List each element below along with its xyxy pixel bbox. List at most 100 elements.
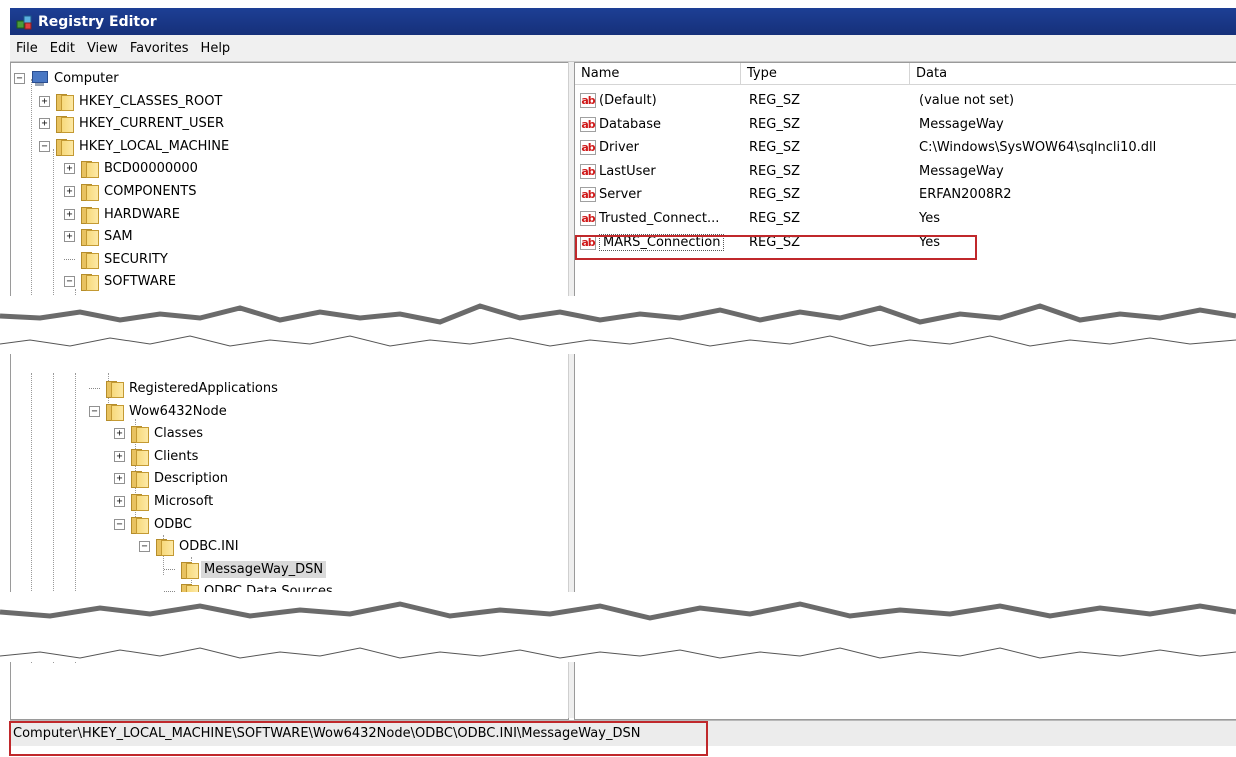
- tree-node-label: RegisteredApplications: [129, 380, 278, 396]
- string-value-icon: ab: [580, 234, 596, 250]
- value-type: REG_SZ: [749, 116, 800, 132]
- tree-node-label: Microsoft: [154, 493, 214, 509]
- collapse-icon[interactable]: −: [139, 540, 150, 552]
- folder-icon: [130, 516, 149, 534]
- column-header-name[interactable]: Name: [575, 63, 741, 85]
- string-value-icon: ab: [580, 163, 596, 179]
- value-data: ERFAN2008R2: [919, 187, 1012, 203]
- tree-node-label: HKEY_LOCAL_MACHINE: [79, 138, 230, 154]
- status-bar: Computer\HKEY_LOCAL_MACHINE\SOFTWARE\Wow…: [10, 720, 1236, 746]
- value-data: MessageWay: [919, 116, 1004, 132]
- value-name: Server: [599, 187, 642, 203]
- expand-icon[interactable]: +: [114, 427, 125, 439]
- value-data: Yes: [919, 211, 940, 226]
- tree-node-label: BCD00000000: [104, 160, 198, 176]
- registry-editor-icon: [16, 13, 34, 31]
- folder-icon: [55, 138, 74, 156]
- tree-node[interactable]: − Computer: [14, 67, 119, 89]
- string-value-icon: ab: [580, 211, 596, 226]
- string-value-icon: ab: [580, 116, 596, 132]
- tree-node[interactable]: MessageWay_DSN: [164, 558, 327, 580]
- collapse-icon[interactable]: −: [14, 72, 25, 84]
- tree-node[interactable]: + Clients: [114, 445, 198, 467]
- expand-icon[interactable]: +: [64, 162, 75, 174]
- expand-icon[interactable]: +: [114, 450, 125, 462]
- tree-node[interactable]: + Description: [114, 467, 228, 489]
- column-header-type[interactable]: Type: [741, 63, 910, 85]
- expand-icon[interactable]: +: [114, 472, 125, 484]
- value-row[interactable]: ab Trusted_Connect... REG_SZ Yes: [575, 207, 1235, 230]
- tree-node[interactable]: + BCD00000000: [64, 157, 198, 179]
- menu-bar: File Edit View Favorites Help: [10, 35, 1236, 62]
- tree-node-label: COMPONENTS: [104, 183, 197, 199]
- folder-icon: [180, 561, 199, 579]
- column-header-data[interactable]: Data: [910, 63, 1236, 85]
- menu-edit[interactable]: Edit: [44, 41, 81, 56]
- value-type: REG_SZ: [749, 140, 800, 156]
- value-name-cell: ab Trusted_Connect...: [580, 207, 719, 230]
- value-type: REG_SZ: [749, 93, 800, 108]
- value-row[interactable]: ab MARS_Connection REG_SZ Yes: [575, 231, 1235, 254]
- folder-icon: [80, 228, 99, 246]
- value-name: Trusted_Connect...: [599, 211, 720, 226]
- collapse-icon[interactable]: −: [114, 518, 125, 530]
- value-name: Database: [599, 116, 662, 132]
- tree-node[interactable]: + COMPONENTS: [64, 180, 196, 202]
- tree-node[interactable]: − HKEY_LOCAL_MACHINE: [39, 135, 229, 157]
- string-value-icon: ab: [580, 187, 596, 203]
- tree-node[interactable]: RegisteredApplications: [89, 377, 278, 399]
- menu-favorites[interactable]: Favorites: [124, 41, 195, 56]
- menu-file[interactable]: File: [10, 41, 44, 56]
- value-row[interactable]: ab Driver REG_SZ C:\Windows\SysWOW64\sqlncl…: [575, 136, 1235, 159]
- value-row[interactable]: ab Database REG_SZ MessageWay: [575, 113, 1235, 136]
- folder-icon: [130, 493, 149, 511]
- value-type: REG_SZ: [749, 163, 800, 179]
- value-name: LastUser: [599, 163, 656, 179]
- folder-icon: [130, 425, 149, 443]
- window-title: Registry Editor: [38, 13, 157, 30]
- collapse-icon[interactable]: −: [64, 275, 75, 287]
- expand-icon[interactable]: +: [64, 185, 75, 197]
- tree-node-label: HKEY_CLASSES_ROOT: [79, 93, 223, 109]
- tree-node-label: Classes: [154, 425, 203, 441]
- value-row[interactable]: ab (Default) REG_SZ (value not set): [575, 89, 1235, 112]
- string-value-icon: ab: [580, 140, 596, 156]
- collapse-icon[interactable]: −: [89, 405, 100, 417]
- expand-icon[interactable]: +: [39, 117, 50, 129]
- expand-icon[interactable]: +: [64, 208, 75, 220]
- value-name-cell: ab Driver: [580, 136, 639, 159]
- expand-icon[interactable]: +: [64, 230, 75, 242]
- tree-node[interactable]: − ODBC: [114, 513, 192, 535]
- folder-icon: [80, 160, 99, 178]
- value-type: REG_SZ: [749, 211, 800, 226]
- menu-help[interactable]: Help: [195, 41, 237, 56]
- folder-icon: [80, 206, 99, 224]
- value-row[interactable]: ab LastUser REG_SZ MessageWay: [575, 160, 1235, 183]
- tree-node[interactable]: − SOFTWARE: [64, 270, 176, 292]
- tree-node-label: SAM: [104, 228, 133, 244]
- tree-node[interactable]: + Microsoft: [114, 490, 213, 512]
- folder-icon: [55, 93, 74, 111]
- torn-edge-top: [0, 296, 1236, 354]
- value-row[interactable]: ab Server REG_SZ ERFAN2008R2: [575, 183, 1235, 206]
- value-data: Yes: [919, 234, 940, 250]
- tree-node-label: Description: [154, 470, 229, 486]
- expand-icon[interactable]: +: [114, 495, 125, 507]
- tree-node[interactable]: + HKEY_CURRENT_USER: [39, 112, 224, 134]
- menu-view[interactable]: View: [81, 41, 124, 56]
- title-bar: Registry Editor: [10, 8, 1236, 35]
- collapse-icon[interactable]: −: [39, 140, 50, 152]
- tree-node-label: MessageWay_DSN: [201, 560, 327, 578]
- tree-node[interactable]: + Classes: [114, 422, 203, 444]
- tree-node-label: Computer: [54, 70, 119, 86]
- tree-node[interactable]: + SAM: [64, 225, 133, 247]
- value-type: REG_SZ: [749, 187, 800, 203]
- tree-node[interactable]: + HARDWARE: [64, 203, 180, 225]
- tree-node-label: HKEY_CURRENT_USER: [79, 115, 225, 131]
- tree-node[interactable]: − ODBC.INI: [139, 535, 239, 557]
- tree-node[interactable]: SECURITY: [64, 248, 168, 270]
- value-name: MARS_Connection: [599, 233, 725, 251]
- expand-icon[interactable]: +: [39, 95, 50, 107]
- tree-node[interactable]: + HKEY_CLASSES_ROOT: [39, 90, 222, 112]
- tree-node[interactable]: − Wow6432Node: [89, 400, 227, 422]
